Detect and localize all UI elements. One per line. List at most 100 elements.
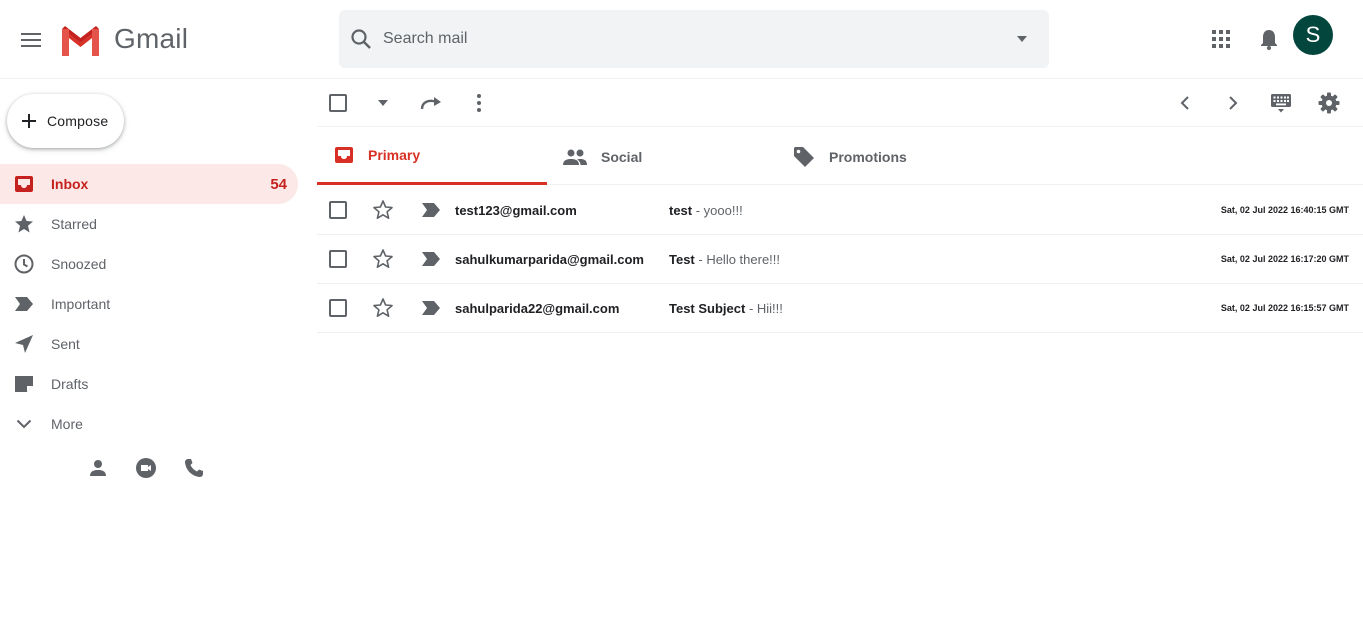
tab-label: Social [601, 148, 643, 165]
email-snippet: - Hello there!!! [694, 252, 781, 267]
top-header: Gmail S [0, 0, 1363, 79]
email-date: Sat, 02 Jul 2022 16:17:20 GMT [1220, 254, 1349, 264]
plus-icon [22, 114, 36, 128]
sidebar-item-label: Inbox [51, 176, 89, 192]
email-subject-line: test - yooo!!! [669, 203, 743, 218]
star-outline-icon[interactable] [372, 297, 394, 319]
settings-button[interactable] [1317, 91, 1341, 115]
older-page-button[interactable] [1221, 91, 1245, 115]
email-row-checkbox[interactable] [329, 201, 347, 219]
newer-page-button[interactable] [1173, 91, 1197, 115]
compose-button[interactable]: Compose [7, 94, 124, 148]
inbox-unread-count: 54 [270, 175, 287, 193]
account-avatar[interactable]: S [1293, 15, 1333, 55]
email-row[interactable]: sahulkumarparida@gmail.com Test - Hello … [317, 235, 1363, 284]
person-icon[interactable] [86, 456, 110, 480]
sidebar-item-snoozed[interactable]: Snoozed [0, 244, 298, 284]
gmail-logo[interactable]: Gmail [59, 22, 188, 56]
sidebar-item-label: Snoozed [51, 256, 107, 272]
input-tools-button[interactable] [1269, 91, 1293, 115]
select-options-button[interactable] [371, 91, 395, 115]
email-date: Sat, 02 Jul 2022 16:15:57 GMT [1220, 303, 1349, 313]
important-icon[interactable] [421, 251, 441, 267]
logo-text: Gmail [114, 23, 189, 54]
hangouts-bar [86, 456, 206, 480]
sidebar-item-sent[interactable]: Sent [0, 324, 298, 364]
email-subject: Test Subject [669, 301, 746, 316]
email-subject-line: Test Subject - Hii!!! [669, 301, 783, 316]
tab-label: Promotions [829, 148, 907, 165]
email-sender: sahulkumarparida@gmail.com [455, 252, 644, 267]
chevron-left-icon [1180, 96, 1189, 110]
video-icon[interactable] [134, 456, 158, 480]
checkbox-box [329, 94, 347, 112]
email-row[interactable]: test123@gmail.com test - yooo!!! Sat, 02… [317, 186, 1363, 235]
important-icon[interactable] [421, 300, 441, 316]
search-icon[interactable] [349, 27, 373, 51]
keyboard-icon [1271, 94, 1291, 113]
tab-label: Primary [368, 147, 421, 163]
gear-icon [1318, 92, 1340, 114]
chevron-down-icon [13, 414, 35, 434]
email-subject-line: Test - Hello there!!! [669, 252, 780, 267]
email-row-checkbox[interactable] [329, 250, 347, 268]
search-options-caret-icon[interactable] [1015, 33, 1029, 45]
send-icon [13, 334, 35, 354]
refresh-button[interactable] [419, 91, 443, 115]
star-outline-icon[interactable] [372, 248, 394, 270]
sidebar-item-drafts[interactable]: Drafts [0, 364, 298, 404]
notifications-button[interactable] [1256, 26, 1282, 52]
chevron-right-icon [1229, 96, 1238, 110]
email-subject: test [669, 203, 693, 218]
email-row[interactable]: sahulparida22@gmail.com Test Subject - H… [317, 284, 1363, 333]
sidebar-item-label: Drafts [51, 376, 89, 392]
sidebar-item-label: Starred [51, 216, 97, 232]
important-icon [13, 294, 35, 314]
search-input[interactable] [383, 10, 1003, 68]
star-outline-icon[interactable] [372, 199, 394, 221]
email-date: Sat, 02 Jul 2022 16:40:15 GMT [1220, 205, 1349, 215]
search-bar[interactable] [339, 10, 1049, 68]
compose-label: Compose [47, 113, 109, 129]
email-subject: Test [669, 252, 695, 267]
star-icon [13, 214, 35, 234]
email-sender: test123@gmail.com [455, 203, 577, 218]
tag-icon [794, 146, 814, 167]
mail-toolbar [317, 79, 1363, 127]
caret-down-icon [378, 100, 388, 106]
sidebar-item-label: Sent [51, 336, 80, 352]
draft-icon [13, 374, 35, 394]
refresh-icon [420, 97, 441, 110]
sidebar-item-more[interactable]: More [0, 404, 298, 444]
sidebar-item-important[interactable]: Important [0, 284, 298, 324]
select-all-checkbox[interactable] [326, 91, 350, 115]
apps-grid-icon [1212, 30, 1230, 48]
email-snippet: - yooo!!! [692, 203, 743, 218]
clock-icon [13, 254, 35, 274]
sidebar-item-label: More [51, 416, 83, 432]
email-row-checkbox[interactable] [329, 299, 347, 317]
more-vert-icon [477, 94, 481, 112]
sidebar-item-label: Important [51, 296, 111, 312]
phone-icon[interactable] [182, 456, 206, 480]
email-list: test123@gmail.com test - yooo!!! Sat, 02… [317, 186, 1363, 333]
apps-grid-button[interactable] [1208, 26, 1234, 52]
sidebar-item-starred[interactable]: Starred [0, 204, 298, 244]
email-snippet: - Hii!!! [745, 301, 783, 316]
more-options-button[interactable] [467, 91, 491, 115]
main-menu-button[interactable] [12, 21, 50, 59]
inbox-icon [13, 174, 35, 194]
category-tabs: Primary Social Promotions [317, 128, 1363, 185]
sidebar-nav: Inbox 54 Starred Snoozed Important Sent … [0, 164, 298, 444]
inbox-icon [335, 147, 353, 163]
gmail-m-icon [59, 25, 102, 56]
bell-icon [1261, 30, 1277, 50]
menu-icon [21, 33, 41, 47]
important-icon[interactable] [421, 202, 441, 218]
tab-promotions[interactable]: Promotions [793, 128, 1023, 185]
people-icon [563, 149, 587, 165]
tab-primary[interactable]: Primary [317, 128, 547, 185]
tab-social[interactable]: Social [563, 128, 793, 185]
email-sender: sahulparida22@gmail.com [455, 301, 620, 316]
sidebar-item-inbox[interactable]: Inbox 54 [0, 164, 298, 204]
